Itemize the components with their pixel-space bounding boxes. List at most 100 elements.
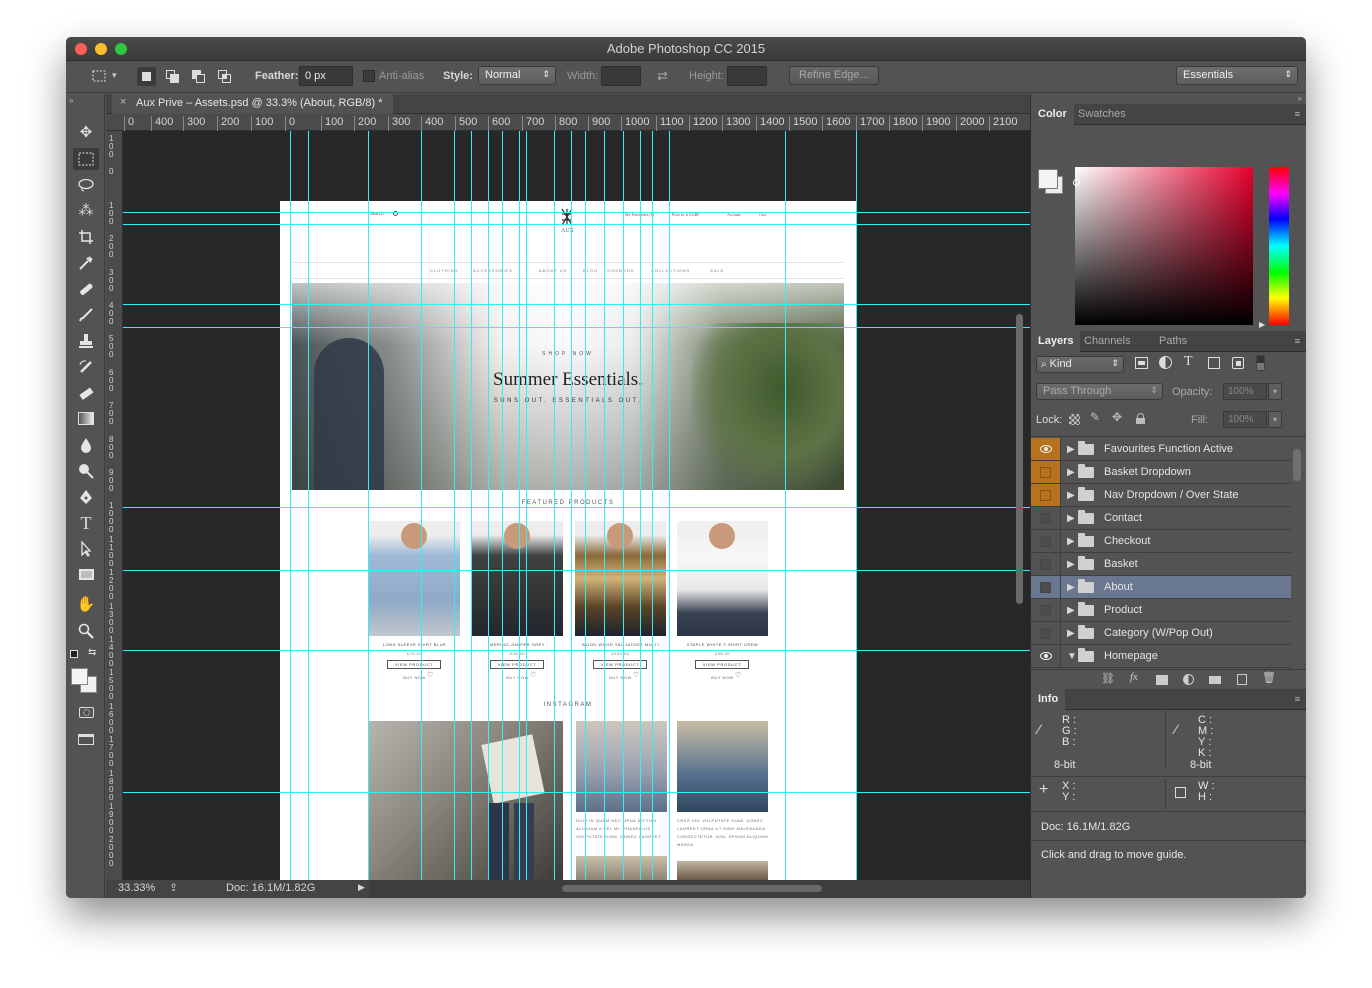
type-tool-icon[interactable]: T (73, 512, 99, 534)
horizontal-ruler[interactable]: 0 400 300 200 100 0 100 200 300 400 500 600 700 800 90… (106, 114, 1030, 131)
collapse-panel-icon[interactable]: » (1298, 94, 1302, 103)
smart-object-filter-icon[interactable] (1232, 357, 1244, 369)
layer-style-icon[interactable]: fx (1130, 671, 1138, 683)
chevron-right-icon[interactable]: ▶ (1067, 444, 1075, 455)
subtract-from-selection-icon[interactable] (189, 67, 208, 86)
vertical-guide[interactable] (526, 131, 527, 880)
magic-wand-tool-icon[interactable]: ⁂ (73, 200, 99, 222)
shape-layer-filter-icon[interactable] (1208, 357, 1220, 369)
type-layer-filter-icon[interactable]: T (1184, 354, 1193, 370)
horizontal-guide[interactable] (123, 507, 1030, 508)
tab-color[interactable]: Color (1031, 104, 1074, 125)
vertical-guide[interactable] (652, 131, 653, 880)
intersect-selection-icon[interactable] (215, 67, 234, 86)
layer-visibility-toggle[interactable] (1031, 645, 1061, 667)
vertical-guide[interactable] (488, 131, 489, 880)
layer-row[interactable]: ▶ About (1031, 576, 1291, 599)
chevron-right-icon[interactable]: ▶ (1067, 467, 1075, 478)
vertical-guide[interactable] (471, 131, 472, 880)
link-layers-icon[interactable]: ⛓ (1101, 672, 1115, 685)
layer-visibility-toggle[interactable] (1031, 438, 1061, 460)
layers-scrollbar-thumb[interactable] (1293, 449, 1301, 481)
rectangular-marquee-tool-icon[interactable] (73, 148, 99, 170)
vertical-guide[interactable] (856, 131, 857, 880)
chevron-down-icon[interactable]: ▾ (1268, 411, 1282, 428)
layer-visibility-toggle[interactable] (1031, 622, 1061, 644)
vertical-guide[interactable] (368, 131, 369, 880)
panel-menu-icon[interactable]: ≡ (1295, 109, 1300, 119)
style-select[interactable]: Normal ⇕ (478, 66, 556, 85)
vertical-guide[interactable] (669, 131, 670, 880)
screen-mode-icon[interactable] (73, 728, 99, 750)
move-tool-icon[interactable]: ✥ (73, 122, 99, 144)
blur-tool-icon[interactable] (73, 434, 99, 456)
lock-transparent-icon[interactable] (1069, 414, 1080, 425)
add-mask-icon[interactable] (1156, 675, 1168, 685)
vertical-guide[interactable] (454, 131, 455, 880)
filter-toggle-switch[interactable] (1256, 355, 1265, 371)
horizontal-guide[interactable] (123, 212, 1030, 213)
hue-slider[interactable] (1269, 167, 1289, 325)
chevron-right-icon[interactable]: ▶ (1067, 536, 1075, 547)
zoom-tool-icon[interactable] (73, 620, 99, 642)
new-layer-icon[interactable] (1237, 674, 1247, 685)
chevron-right-icon[interactable]: ▶ (1067, 559, 1075, 570)
hue-slider-handle[interactable]: ▶ (1259, 320, 1265, 329)
lock-position-icon[interactable]: ✥ (1112, 410, 1122, 424)
layer-row[interactable]: ▶ Basket (1031, 553, 1291, 576)
rectangle-tool-icon[interactable] (73, 564, 99, 586)
feather-input[interactable]: 0 px (299, 66, 353, 86)
layer-visibility-toggle[interactable] (1031, 484, 1061, 506)
close-tab-icon[interactable]: × (120, 96, 126, 108)
new-adjustment-layer-icon[interactable] (1183, 674, 1194, 685)
marquee-preset-icon[interactable] (90, 67, 108, 85)
layer-visibility-toggle[interactable] (1031, 576, 1061, 598)
share-icon[interactable]: ⇪ (169, 881, 178, 894)
layer-row[interactable]: ▶ Contact (1031, 507, 1291, 530)
lock-pixels-icon[interactable]: ✎ (1090, 410, 1100, 424)
vertical-guide[interactable] (585, 131, 586, 880)
new-group-icon[interactable] (1209, 676, 1221, 684)
swap-icon[interactable]: ⇄ (657, 68, 668, 84)
healing-brush-tool-icon[interactable] (73, 278, 99, 300)
crop-tool-icon[interactable] (73, 226, 99, 248)
color-picker-cursor[interactable] (1073, 179, 1080, 186)
vertical-guide[interactable] (785, 131, 786, 880)
dodge-tool-icon[interactable] (73, 460, 99, 482)
horizontal-guide[interactable] (123, 304, 1030, 305)
adjustment-layer-filter-icon[interactable] (1159, 356, 1172, 369)
height-input[interactable] (727, 66, 767, 86)
clone-stamp-tool-icon[interactable] (73, 330, 99, 352)
filter-kind-select[interactable]: ⌕ Kind ⇕ (1036, 356, 1124, 373)
blend-mode-select[interactable]: Pass Through ⇕ (1036, 383, 1163, 400)
refine-edge-button[interactable]: Refine Edge... (789, 66, 879, 85)
gradient-tool-icon[interactable] (73, 408, 99, 430)
lasso-tool-icon[interactable] (73, 174, 99, 196)
chevron-down-icon[interactable]: ▾ (1268, 383, 1282, 400)
layer-row[interactable]: ▶ Product (1031, 599, 1291, 622)
layer-visibility-toggle[interactable] (1031, 507, 1061, 529)
collapse-panel-icon[interactable]: » (69, 96, 73, 105)
vertical-guide[interactable] (519, 131, 520, 880)
trash-icon[interactable]: 🗑 (1262, 671, 1276, 684)
chevron-down-icon[interactable]: ▼ (1067, 651, 1077, 662)
horizontal-guide[interactable] (123, 650, 1030, 651)
add-to-selection-icon[interactable] (163, 67, 182, 86)
eraser-tool-icon[interactable] (73, 382, 99, 404)
workspace-select[interactable]: Essentials ⇕ (1176, 66, 1298, 85)
tab-paths[interactable]: Paths (1152, 331, 1194, 352)
zoom-level[interactable]: 33.33% (118, 882, 155, 894)
vertical-guide[interactable] (640, 131, 641, 880)
vertical-guide[interactable] (554, 131, 555, 880)
layer-visibility-toggle[interactable] (1031, 599, 1061, 621)
chevron-right-icon[interactable]: ▶ (1067, 628, 1075, 639)
hand-tool-icon[interactable]: ✋ (73, 594, 99, 616)
tab-info[interactable]: Info (1031, 689, 1066, 710)
vertical-ruler[interactable]: 100 0 100 200 300 400 500 600 700 800 900 1000 1100 1… (106, 131, 123, 880)
vertical-guide[interactable] (623, 131, 624, 880)
pen-tool-icon[interactable] (73, 486, 99, 508)
eyedropper-tool-icon[interactable] (73, 252, 99, 274)
tab-swatches[interactable]: Swatches (1071, 104, 1133, 125)
fill-input[interactable]: 100% (1223, 411, 1267, 428)
canvas-area[interactable]: Search AUX My Favourites (1) Price in ∨ … (123, 131, 1030, 880)
